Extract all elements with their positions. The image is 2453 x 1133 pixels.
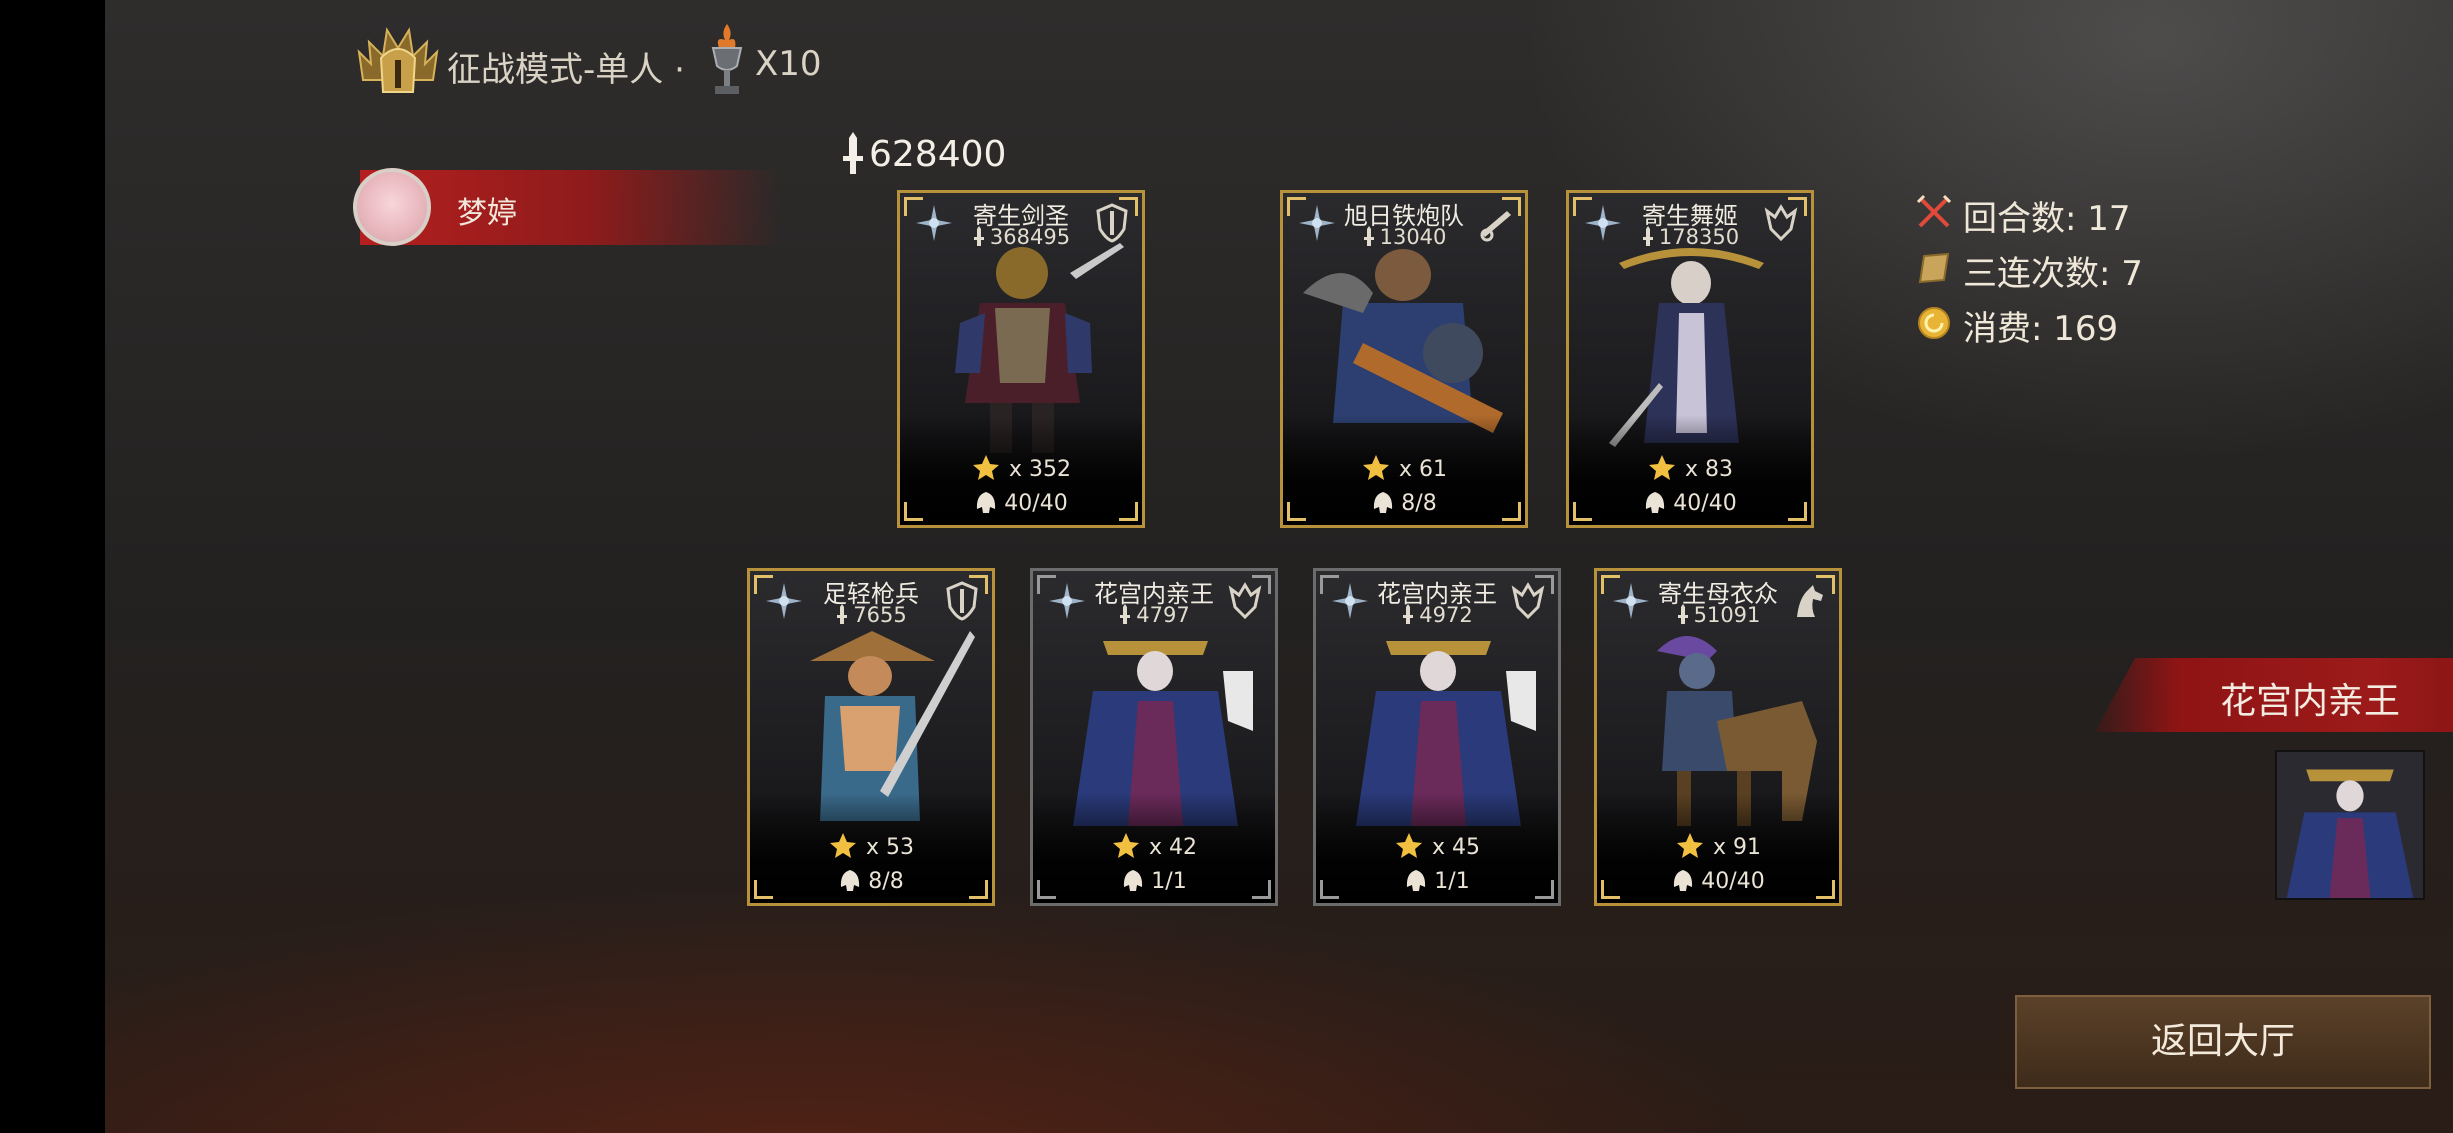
unit-power-value: 368495 xyxy=(989,225,1071,249)
unit-count: 40/40 xyxy=(900,489,1142,516)
return-lobby-button[interactable]: 返回大厅 xyxy=(2015,995,2431,1089)
left-black-margin xyxy=(0,0,105,1133)
unit-count: 1/1 xyxy=(1316,867,1558,894)
sword-power-icon xyxy=(1120,604,1131,624)
player-avatar[interactable] xyxy=(353,168,431,246)
cost-count: 消费: 169 xyxy=(1963,309,2119,349)
unit-stars-value: x 352 xyxy=(1008,457,1071,482)
unit-power: 51091 xyxy=(1597,603,1839,627)
unit-stars-value: x 42 xyxy=(1148,835,1197,860)
helmet-icon xyxy=(841,870,860,891)
star-icon xyxy=(1676,833,1703,858)
sword-power-icon xyxy=(837,604,848,624)
trophy-cup-icon xyxy=(711,24,743,94)
unit-stars: x 91 xyxy=(1597,831,1839,861)
gold-coin-icon xyxy=(1918,307,1950,339)
unit-count: 40/40 xyxy=(1569,489,1811,516)
unit-stars: x 352 xyxy=(900,453,1142,483)
round-count: 回合数: 17 xyxy=(1963,199,2131,239)
helmet-icon xyxy=(1407,870,1426,891)
unit-count-value: 8/8 xyxy=(1401,491,1437,516)
sword-power-icon xyxy=(1403,604,1414,624)
unit-stars: x 53 xyxy=(750,831,992,861)
unit-stars: x 45 xyxy=(1316,831,1558,861)
sword-power-icon xyxy=(1642,226,1653,246)
unit-card[interactable]: 寄生剑圣 368495 x 352 40/40 xyxy=(897,190,1145,528)
unit-card[interactable]: 花宫内亲王 4797 x 42 1/1 xyxy=(1030,568,1278,906)
unit-card[interactable]: 寄生舞姬 178350 x 83 40/40 xyxy=(1566,190,1814,528)
unit-power: 178350 xyxy=(1569,225,1811,249)
star-icon xyxy=(1362,455,1389,480)
unit-stars-value: x 61 xyxy=(1398,457,1447,482)
unit-power: 13040 xyxy=(1283,225,1525,249)
sword-power-icon xyxy=(1677,604,1688,624)
unit-power: 4972 xyxy=(1316,603,1558,627)
reward-multiplier: X10 xyxy=(755,44,822,84)
unit-count: 8/8 xyxy=(750,867,992,894)
sword-power-icon xyxy=(843,132,863,174)
crossed-swords-icon xyxy=(1916,194,1952,228)
unit-count-value: 40/40 xyxy=(1701,869,1765,894)
unit-stars-value: x 83 xyxy=(1684,457,1733,482)
star-icon xyxy=(1648,455,1675,480)
unit-count-value: 40/40 xyxy=(1673,491,1737,516)
star-icon xyxy=(829,833,856,858)
helmet-emblem-icon xyxy=(357,27,439,93)
unit-power-value: 13040 xyxy=(1379,225,1447,249)
unit-power-value: 51091 xyxy=(1693,603,1761,627)
helmet-icon xyxy=(977,492,996,513)
unit-stars-value: x 45 xyxy=(1431,835,1480,860)
unit-count: 1/1 xyxy=(1033,867,1275,894)
enemy-name: 花宫内亲王 xyxy=(2219,681,2400,722)
unit-count: 40/40 xyxy=(1597,867,1839,894)
unit-power: 368495 xyxy=(900,225,1142,249)
sword-power-icon xyxy=(973,226,984,246)
unit-power-value: 7655 xyxy=(853,603,907,627)
unit-count-value: 1/1 xyxy=(1151,869,1187,894)
unit-power-value: 4797 xyxy=(1136,603,1190,627)
helmet-icon xyxy=(1646,492,1665,513)
unit-stars-value: x 53 xyxy=(865,835,914,860)
unit-stars: x 83 xyxy=(1569,453,1811,483)
total-power: 628400 xyxy=(869,134,1007,175)
unit-count-value: 40/40 xyxy=(1004,491,1068,516)
star-icon xyxy=(1395,833,1422,858)
enemy-portrait[interactable] xyxy=(2275,750,2425,900)
unit-stars-value: x 91 xyxy=(1712,835,1761,860)
star-icon xyxy=(972,455,999,480)
helmet-icon xyxy=(1374,492,1393,513)
unit-power: 4797 xyxy=(1033,603,1275,627)
scroll-icon xyxy=(1918,252,1950,284)
combo-count: 三连次数: 7 xyxy=(1963,254,2143,294)
unit-card[interactable]: 旭日铁炮队 13040 x 61 8/8 xyxy=(1280,190,1528,528)
player-name: 梦婷 xyxy=(457,196,517,231)
unit-count: 8/8 xyxy=(1283,489,1525,516)
unit-power-value: 178350 xyxy=(1658,225,1740,249)
sword-power-icon xyxy=(1363,226,1374,246)
star-icon xyxy=(1112,833,1139,858)
unit-stars: x 42 xyxy=(1033,831,1275,861)
mode-label: 征战模式-单人 · xyxy=(447,50,685,90)
unit-stars: x 61 xyxy=(1283,453,1525,483)
unit-card[interactable]: 足轻枪兵 7655 x 53 8/8 xyxy=(747,568,995,906)
unit-card[interactable]: 寄生母衣众 51091 x 91 40/40 xyxy=(1594,568,1842,906)
helmet-icon xyxy=(1124,870,1143,891)
unit-power: 7655 xyxy=(750,603,992,627)
unit-count-value: 1/1 xyxy=(1434,869,1470,894)
unit-card[interactable]: 花宫内亲王 4972 x 45 1/1 xyxy=(1313,568,1561,906)
unit-power-value: 4972 xyxy=(1419,603,1473,627)
helmet-icon xyxy=(1674,870,1693,891)
game-stage: 征战模式-单人 · X10 梦婷 628400 寄生剑圣 368495 x 35… xyxy=(105,0,2453,1133)
unit-count-value: 8/8 xyxy=(868,869,904,894)
